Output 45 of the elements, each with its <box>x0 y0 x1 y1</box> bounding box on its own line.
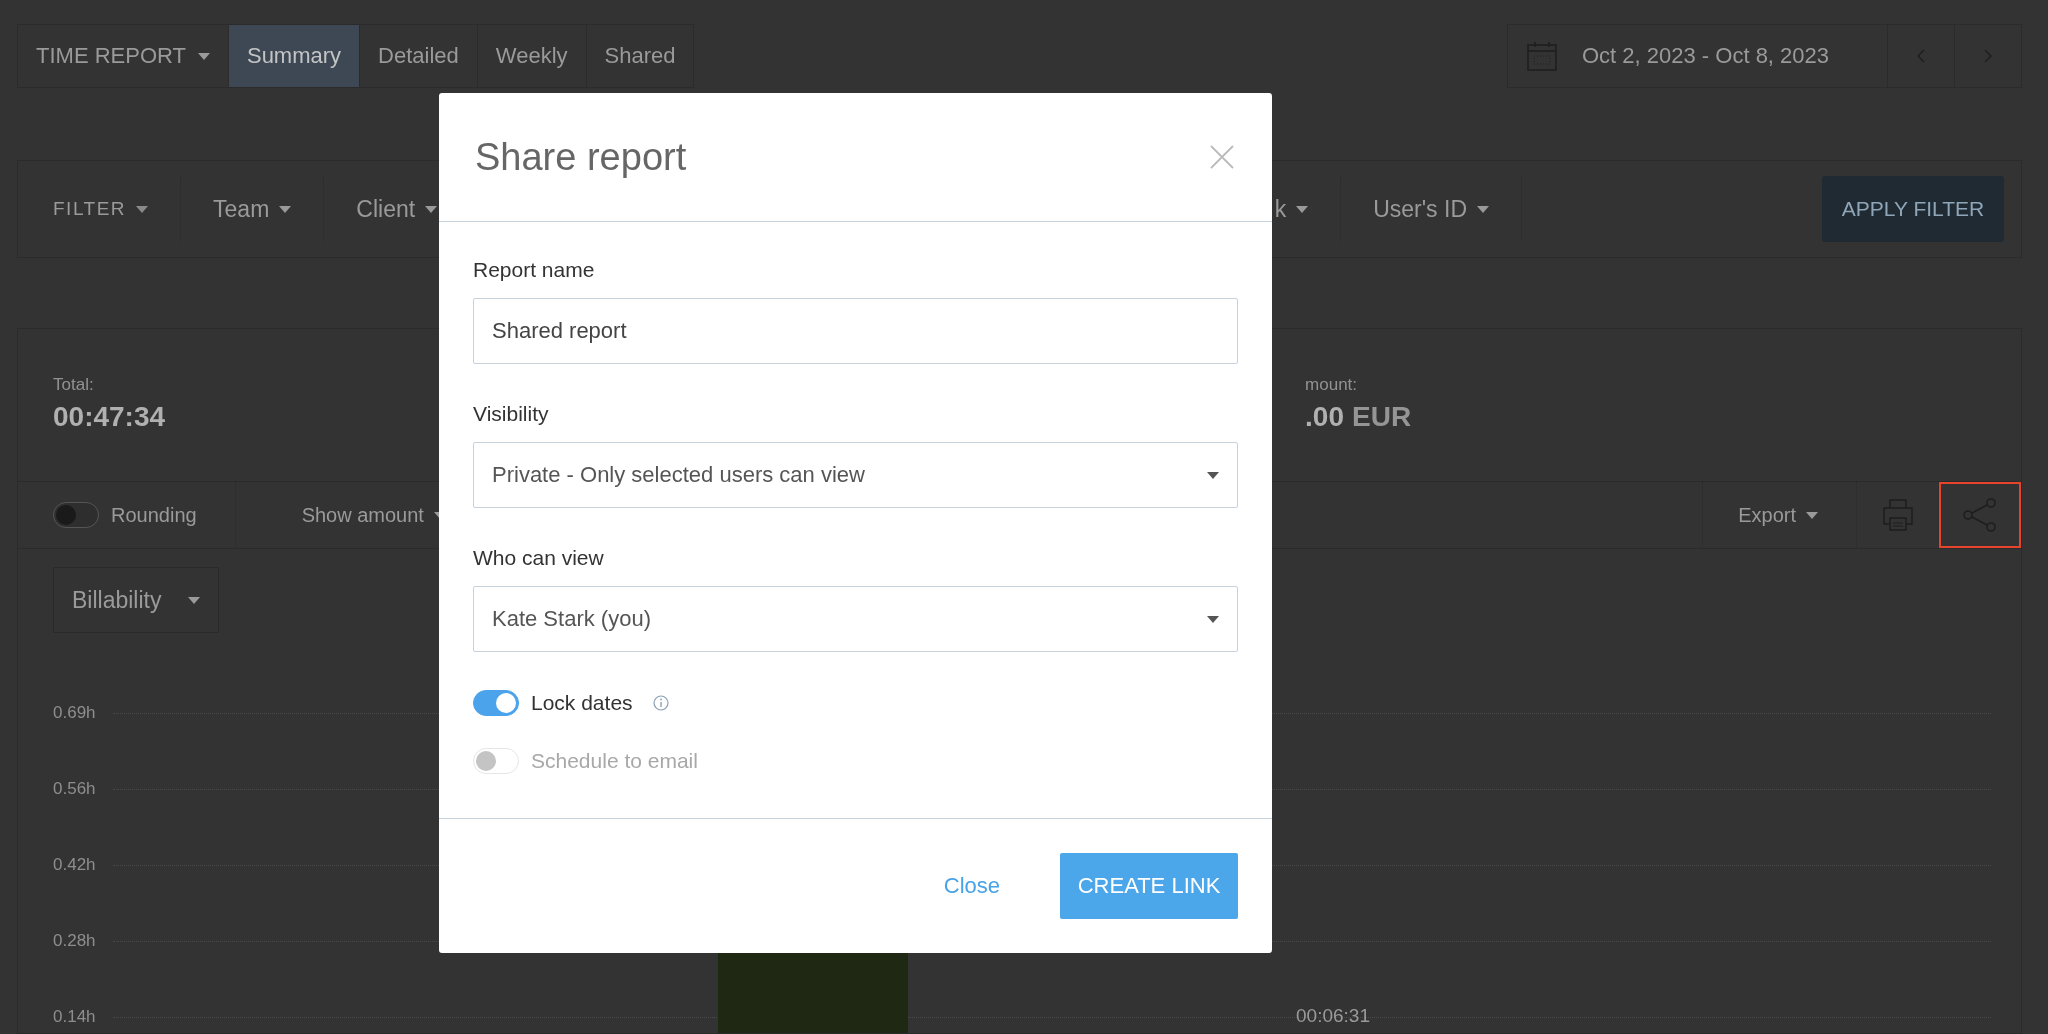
tab[interactable]: Summary <box>227 25 360 87</box>
caret-icon <box>1296 205 1309 213</box>
amount-label: mount: <box>1305 375 1359 395</box>
field-label: Visibility <box>473 402 550 426</box>
create-link-button[interactable]: CREATE LINK <box>1060 853 1238 919</box>
text-input[interactable]: Shared report <box>473 298 1238 364</box>
field-label: Report name <box>473 258 596 282</box>
apply-filter-button[interactable]: APPLY FILTER <box>1822 176 2004 242</box>
toggle-label: Schedule to email <box>531 749 698 773</box>
export-dropdown[interactable]: Export <box>1702 482 1857 548</box>
caret-icon <box>1207 615 1219 623</box>
close-button[interactable] <box>1208 143 1236 171</box>
axis-tick-label: 0.14h <box>53 1007 97 1027</box>
bar-value-label: 00:06:31 <box>1296 1005 1370 1027</box>
select-field[interactable]: Private - Only selected users can view <box>473 442 1238 508</box>
select-field[interactable]: Kate Stark (you) <box>473 586 1238 652</box>
filter-dropdown[interactable]: FILTER <box>18 176 182 242</box>
caret-icon <box>425 205 438 213</box>
axis-tick-label: 0.56h <box>53 779 97 799</box>
rounding-label: Rounding <box>111 503 197 527</box>
toggle-switch[interactable] <box>473 690 519 716</box>
caret-icon <box>1477 205 1489 213</box>
caret-icon <box>136 205 149 213</box>
total-label: Total: <box>53 375 95 395</box>
toggle-label: Lock dates <box>531 691 633 715</box>
axis-tick-label: 0.28h <box>53 931 97 951</box>
caret-icon <box>1207 471 1219 479</box>
caret-icon <box>1806 511 1818 519</box>
group-by-dropdown[interactable]: Billability <box>53 567 219 633</box>
filter-dropdown[interactable]: User's ID <box>1341 176 1522 242</box>
filter-dropdown[interactable]: Team <box>181 176 325 242</box>
axis-tick-label: 0.42h <box>53 855 97 875</box>
dialog-title: Share report <box>475 135 687 179</box>
caret-icon <box>188 596 200 604</box>
axis-tick-label: 0.69h <box>53 703 97 723</box>
share-button[interactable] <box>1939 482 2021 548</box>
close-icon <box>1208 143 1236 171</box>
rounding-toggle[interactable] <box>53 502 99 528</box>
field-label: Who can view <box>473 546 605 570</box>
total-value: 00:47:34 <box>53 401 166 433</box>
close-link[interactable]: Close <box>943 867 1000 905</box>
caret-icon <box>279 205 292 213</box>
info-icon <box>652 695 669 711</box>
caret-icon <box>197 52 210 60</box>
amount-value: .00 EUR <box>1305 401 1412 433</box>
